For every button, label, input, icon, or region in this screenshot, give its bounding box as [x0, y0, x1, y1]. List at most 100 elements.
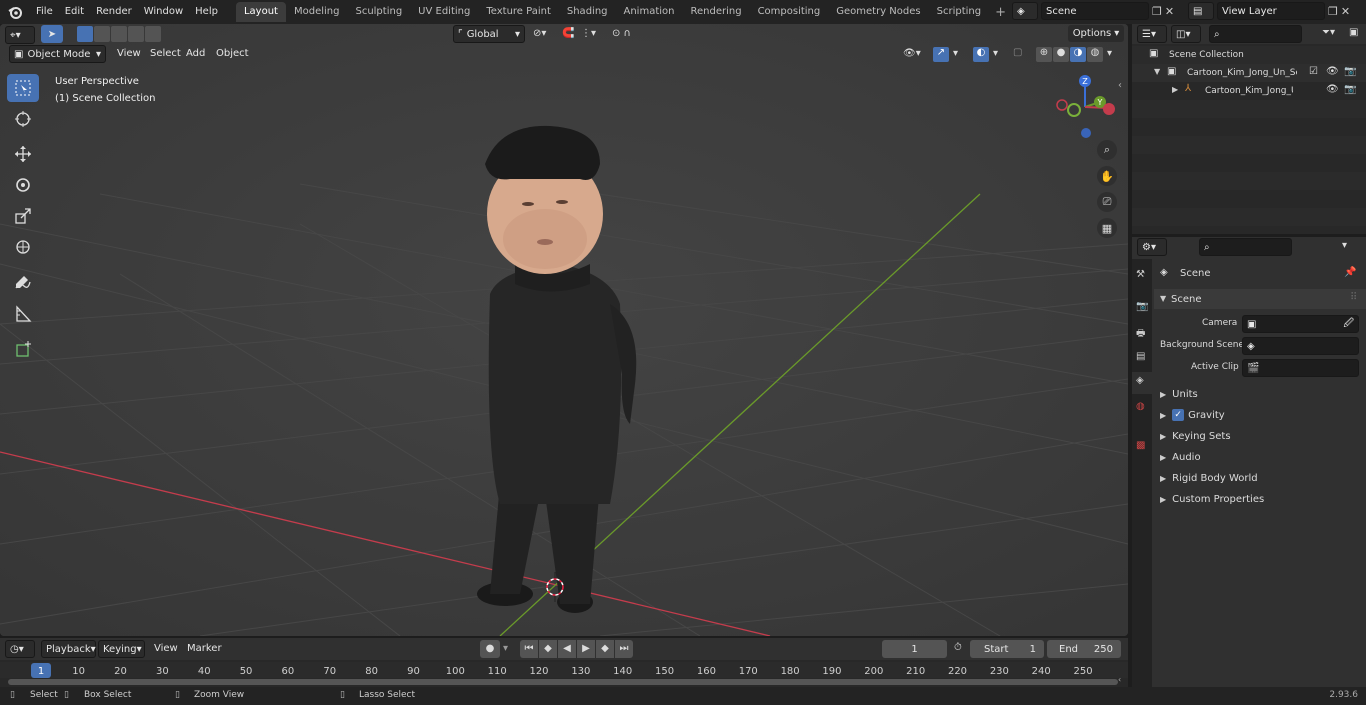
select-subtract-icon[interactable] — [111, 26, 127, 42]
render-tab-icon[interactable]: 📷 — [1136, 301, 1148, 312]
properties-options-icon[interactable]: ▾ — [1342, 240, 1347, 251]
menu-window[interactable]: Window — [138, 0, 189, 24]
current-frame-field[interactable]: 1 — [882, 640, 947, 658]
tool-transform[interactable] — [7, 233, 39, 261]
timeline-marker-menu[interactable]: Marker — [182, 640, 227, 658]
tab-texture-paint[interactable]: Texture Paint — [478, 2, 559, 22]
view-layer-selector[interactable]: ▤ — [1188, 2, 1214, 20]
character-model[interactable] — [460, 124, 660, 624]
scene-panel-title[interactable]: Scene — [1171, 294, 1202, 305]
timeline-scroll-arrow-icon[interactable]: ‹ — [1118, 675, 1121, 684]
filter-icon[interactable]: ⏷▾ — [1322, 27, 1335, 38]
menu-add[interactable]: Add — [181, 45, 210, 63]
properties-search-input[interactable]: ⌕ — [1199, 238, 1292, 256]
3d-cursor-icon[interactable] — [540, 572, 570, 602]
shading-dropdown-icon[interactable]: ▾ — [1107, 48, 1112, 59]
tool-add-cube[interactable] — [7, 335, 39, 363]
tool-scale[interactable] — [7, 202, 39, 230]
mode-dropdown[interactable]: ▣ Object Mode ▾ — [9, 45, 106, 63]
options-dropdown[interactable]: Options ▾ — [1068, 25, 1124, 42]
outliner-root[interactable]: Scene Collection — [1169, 50, 1244, 60]
tab-shading[interactable]: Shading — [559, 2, 616, 22]
editor-type-selector[interactable]: ⌖▾ — [5, 26, 35, 44]
tool-cursor[interactable] — [7, 105, 39, 133]
camera-view-icon[interactable]: ⎚ — [1097, 192, 1117, 212]
shading-solid-icon[interactable]: ● — [1053, 47, 1069, 62]
tool-move[interactable] — [7, 140, 39, 168]
select-new-icon[interactable] — [77, 26, 93, 42]
tool-rotate[interactable] — [7, 171, 39, 199]
view-layer-tab-icon[interactable]: ▤ — [1136, 351, 1145, 362]
new-view-layer-icon[interactable]: ❐ — [1328, 5, 1338, 18]
expand-collection-icon[interactable]: ▼ — [1154, 67, 1160, 76]
menu-edit[interactable]: Edit — [59, 0, 90, 24]
menu-render[interactable]: Render — [90, 0, 138, 24]
play-icon[interactable]: ▶ — [577, 640, 595, 658]
menu-file[interactable]: File — [30, 0, 59, 24]
shading-wireframe-icon[interactable]: ⊕ — [1036, 47, 1052, 62]
viewport-3d[interactable]: User Perspective (1) Scene Collection Z … — [0, 24, 1128, 636]
panel-custom-properties[interactable]: ▶ Custom Properties — [1160, 489, 1264, 509]
panel-rigid-body-world[interactable]: ▶ Rigid Body World — [1160, 468, 1258, 488]
pan-view-icon[interactable]: ✋ — [1097, 166, 1117, 186]
tab-sculpting[interactable]: Sculpting — [347, 2, 410, 22]
transform-orientation-dropdown[interactable]: ⌜ Global ▾ — [453, 25, 525, 43]
sidebar-toggle-icon[interactable]: ‹ — [1118, 80, 1122, 91]
menu-object[interactable]: Object — [211, 45, 254, 63]
texture-tab-icon[interactable]: ▩ — [1136, 440, 1145, 451]
tool-select-box[interactable] — [7, 74, 39, 102]
overlays-dropdown-icon[interactable]: ▾ — [993, 48, 998, 59]
tool-annotate[interactable] — [7, 269, 39, 297]
playback-menu[interactable]: Playback ▾ — [41, 640, 96, 658]
menu-help[interactable]: Help — [189, 0, 224, 24]
select-invert-icon[interactable] — [128, 26, 144, 42]
new-collection-icon[interactable]: ▣ — [1349, 27, 1358, 38]
outliner-search-input[interactable]: ⌕ — [1209, 25, 1302, 43]
object-eye-icon[interactable]: 👁 — [1326, 84, 1339, 95]
overlays-toggle-icon[interactable]: ◐ — [973, 47, 989, 62]
tool-measure[interactable] — [7, 300, 39, 328]
record-icon[interactable]: ● — [480, 640, 500, 658]
output-tab-icon[interactable]: 🖶 — [1136, 326, 1145, 343]
tab-scripting[interactable]: Scripting — [929, 2, 989, 22]
keying-menu[interactable]: Keying ▾ — [98, 640, 145, 658]
xray-icon[interactable]: ▢ — [1013, 47, 1022, 58]
collection-eye-icon[interactable]: 👁 — [1326, 66, 1339, 77]
outliner-display-mode[interactable]: ◫▾ — [1171, 25, 1201, 43]
new-scene-icon[interactable]: ❐ — [1152, 5, 1162, 18]
navigation-gizmo[interactable]: Z Y — [1052, 72, 1122, 142]
tab-uv-editing[interactable]: UV Editing — [410, 2, 478, 22]
tab-rendering[interactable]: Rendering — [682, 2, 749, 22]
panel-units[interactable]: ▶ Units — [1160, 384, 1198, 404]
view-layer-field[interactable]: View Layer — [1217, 2, 1325, 20]
drag-handle-icon[interactable]: ⠿ — [1350, 292, 1357, 303]
expand-object-icon[interactable]: ▶ — [1172, 85, 1178, 94]
tab-geometry-nodes[interactable]: Geometry Nodes — [828, 2, 928, 22]
scene-selector[interactable]: ◈ — [1012, 2, 1038, 20]
panel-gravity[interactable]: ▶ ✓ Gravity — [1160, 405, 1225, 425]
snap-target-icon[interactable]: ⋮▾ — [581, 28, 596, 39]
scene-name-field[interactable]: Scene — [1041, 2, 1149, 20]
select-intersect-icon[interactable] — [145, 26, 161, 42]
tool-tab-icon[interactable]: ⚒ — [1136, 269, 1145, 280]
collection-checkbox-icon[interactable]: ☑ — [1309, 66, 1318, 77]
blender-logo-icon[interactable] — [0, 0, 30, 24]
delete-scene-icon[interactable]: ✕ — [1165, 5, 1174, 18]
scene-tab[interactable]: ◈ — [1132, 372, 1154, 394]
collection-render-icon[interactable]: 📷 — [1344, 66, 1356, 77]
jump-start-icon[interactable]: ⏮ — [520, 640, 538, 658]
active-clip-field[interactable]: 🎬 — [1242, 359, 1359, 377]
select-extend-icon[interactable] — [94, 26, 110, 42]
properties-editor-type[interactable]: ⚙▾ — [1137, 238, 1167, 256]
gravity-checkbox[interactable]: ✓ — [1172, 409, 1185, 421]
zoom-view-icon[interactable]: ⌕ — [1097, 140, 1117, 160]
collapse-scene-icon[interactable]: ▼ — [1160, 294, 1166, 303]
tab-animation[interactable]: Animation — [616, 2, 683, 22]
panel-audio[interactable]: ▶ Audio — [1160, 447, 1201, 467]
prev-keyframe-icon[interactable]: ◆ — [539, 640, 557, 658]
outliner-collection-row[interactable]: Cartoon_Kim_Jong_Un_Seriou — [1187, 68, 1297, 78]
tab-layout[interactable]: Layout — [235, 2, 286, 22]
camera-field[interactable]: ▣ 🖉 — [1242, 315, 1359, 333]
visibility-icon[interactable]: 👁▾ — [903, 48, 921, 59]
play-reverse-icon[interactable]: ◀ — [558, 640, 576, 658]
